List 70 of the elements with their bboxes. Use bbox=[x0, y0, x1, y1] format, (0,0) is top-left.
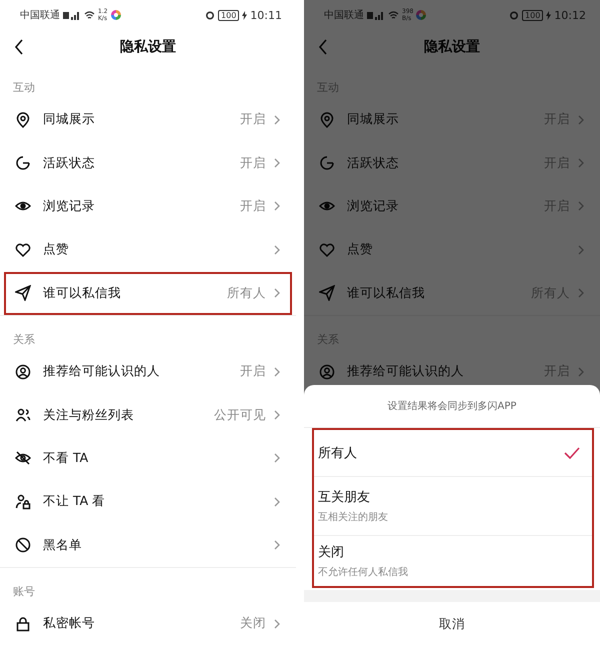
send-icon bbox=[319, 285, 335, 302]
user-circle-icon bbox=[15, 364, 31, 380]
page-title: 隐私设置 bbox=[424, 38, 480, 56]
user-lock-icon bbox=[15, 494, 31, 510]
heart-icon bbox=[15, 242, 31, 258]
settings-row[interactable]: 谁可以私信我 所有人 bbox=[4, 272, 292, 315]
settings-row[interactable]: 不看 TA bbox=[4, 436, 292, 480]
pin-icon bbox=[15, 112, 31, 128]
settings-row[interactable]: 关注与粉丝列表 公开可见 bbox=[4, 393, 292, 437]
settings-row[interactable]: 活跃状态 开启 bbox=[4, 141, 292, 185]
charging-icon bbox=[242, 10, 248, 20]
carrier-name: 中国联通 bbox=[20, 8, 60, 22]
chevron-icon bbox=[274, 618, 280, 629]
lock-icon bbox=[15, 616, 31, 632]
users-icon bbox=[15, 407, 31, 424]
battery-icon: 100 bbox=[522, 10, 544, 20]
app-icon bbox=[416, 10, 426, 20]
option-description: 互相关注的朋友 bbox=[318, 510, 389, 524]
option-label: 所有人 bbox=[318, 445, 358, 462]
settings-row[interactable]: 浏览记录 开启 bbox=[4, 184, 292, 228]
ban-icon bbox=[15, 537, 31, 554]
option-description: 不允许任何人私信我 bbox=[318, 566, 409, 579]
sheet-note: 设置结果将会同步到多闪APP bbox=[304, 385, 600, 428]
chevron-icon bbox=[274, 453, 280, 464]
eye-slash-icon bbox=[15, 450, 31, 466]
carrier-name: 中国联通 bbox=[324, 8, 364, 22]
clock-time: 10:11 bbox=[250, 8, 282, 22]
chevron-icon bbox=[578, 114, 584, 125]
settings-row[interactable]: 不让 TA 看 bbox=[4, 480, 292, 524]
section-label: 互动 bbox=[12, 80, 36, 96]
chevron-icon bbox=[274, 366, 280, 377]
chevron-icon bbox=[274, 410, 280, 420]
signal-icon bbox=[367, 10, 385, 20]
settings-row[interactable]: 点赞 bbox=[4, 228, 292, 272]
chevron-icon bbox=[578, 366, 584, 377]
chevron-icon bbox=[274, 540, 280, 550]
signal-icon bbox=[63, 10, 81, 20]
chevron-icon bbox=[274, 158, 280, 168]
app-icon bbox=[110, 10, 121, 20]
chevron-icon bbox=[578, 201, 584, 212]
section-label: 账号 bbox=[12, 584, 36, 600]
chevron-icon bbox=[274, 496, 280, 507]
settings-row[interactable]: 黑名单 bbox=[4, 524, 292, 567]
settings-row[interactable]: 点赞 bbox=[308, 228, 596, 272]
settings-row[interactable]: 同城展示 开启 bbox=[4, 98, 292, 142]
chevron-icon bbox=[274, 201, 280, 212]
option-row[interactable]: 互关朋友 互相关注的朋友 bbox=[314, 477, 592, 536]
user-circle-icon bbox=[319, 364, 335, 380]
clock-time: 10:12 bbox=[554, 8, 586, 22]
chevron-icon bbox=[578, 158, 584, 168]
option-label: 关闭 bbox=[318, 544, 345, 561]
send-icon bbox=[15, 285, 31, 302]
settings-row[interactable]: 推荐给可能认识的人 开启 bbox=[4, 350, 292, 394]
settings-row[interactable]: 私密帐号 关闭 bbox=[4, 602, 292, 646]
charging-icon bbox=[546, 10, 552, 20]
heart-icon bbox=[319, 242, 335, 258]
option-label: 互关朋友 bbox=[318, 489, 371, 506]
chevron-icon bbox=[578, 288, 584, 298]
section-label: 关系 bbox=[12, 332, 36, 348]
option-row[interactable]: 所有人 bbox=[314, 430, 592, 477]
chevron-icon bbox=[578, 244, 584, 255]
chevron-icon bbox=[274, 244, 280, 255]
page-title: 隐私设置 bbox=[120, 38, 176, 56]
pin-icon bbox=[319, 112, 335, 128]
option-row[interactable]: 关闭 不允许任何人私信我 bbox=[314, 536, 592, 586]
chevron-icon bbox=[274, 288, 280, 298]
wifi-icon bbox=[84, 10, 95, 20]
chevron-icon bbox=[274, 114, 280, 125]
battery-icon: 100 bbox=[218, 10, 240, 20]
wifi-icon bbox=[388, 10, 399, 20]
